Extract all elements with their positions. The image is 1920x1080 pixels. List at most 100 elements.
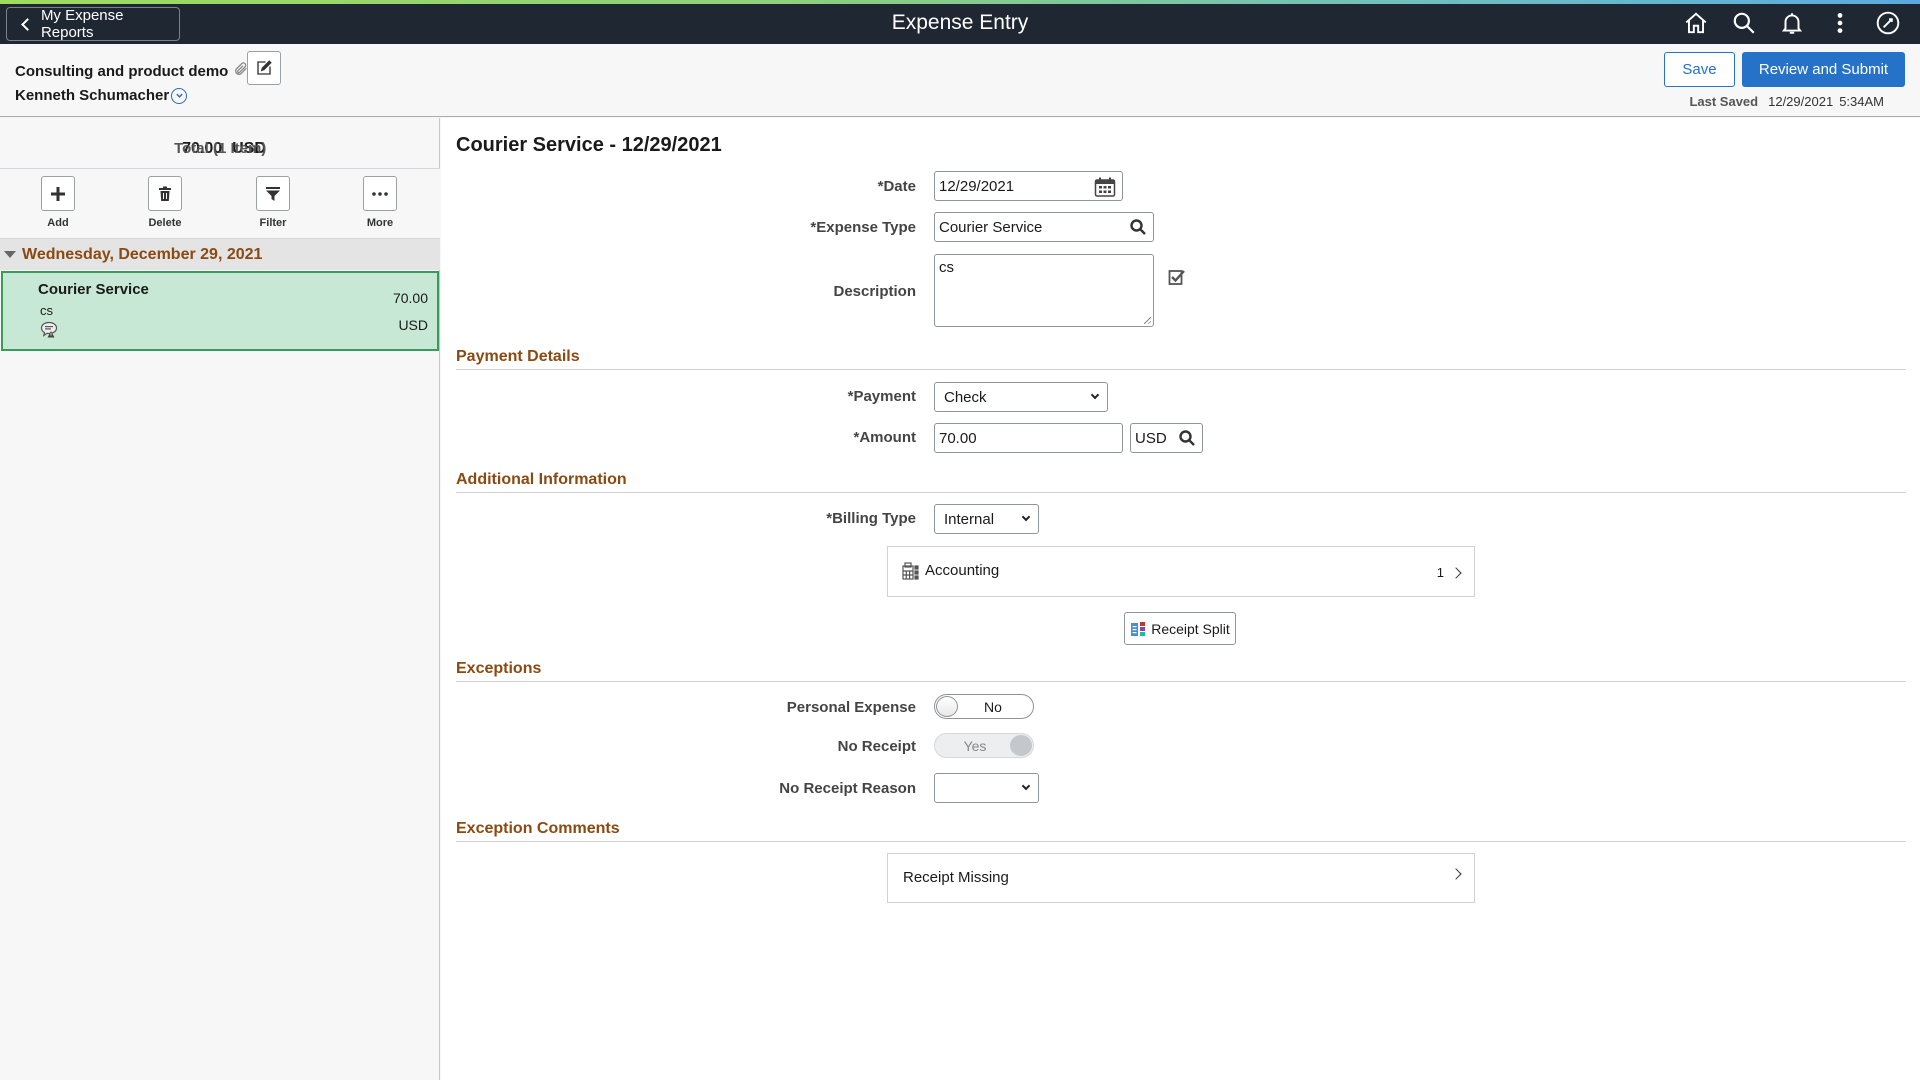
section-divider: [456, 841, 1906, 842]
more-button[interactable]: More: [350, 176, 410, 229]
payment-label: *Payment: [847, 388, 916, 405]
amount-input[interactable]: 70.00: [934, 423, 1123, 453]
chevron-right-icon: [1450, 566, 1462, 579]
billing-type-label: *Billing Type: [826, 510, 916, 527]
filter-label: Filter: [259, 217, 287, 229]
chevron-down-icon: [1021, 512, 1031, 522]
chevron-left-icon: [21, 17, 34, 31]
receipt-split-icon: [1130, 621, 1146, 637]
chevron-down-icon: [1090, 390, 1100, 400]
more-icon: [372, 191, 388, 196]
expense-detail-panel: Courier Service - 12/29/2021 *Date 12/29…: [441, 118, 1920, 1080]
billing-type-value: Internal: [944, 510, 995, 528]
save-button[interactable]: Save: [1664, 52, 1735, 87]
expense-type-value: Courier Service: [939, 218, 1043, 236]
filter-icon: [266, 186, 280, 201]
no-receipt-toggle[interactable]: Yes: [934, 733, 1034, 758]
last-saved: Last Saved 12/29/2021 5:34AM: [1689, 94, 1884, 109]
date-label: *Date: [877, 178, 916, 195]
list-toolbar: Add Delete Filter More: [0, 168, 440, 239]
payment-select[interactable]: Check: [934, 382, 1108, 412]
filter-button[interactable]: Filter: [243, 176, 303, 229]
expense-type-label: *Expense Type: [810, 219, 916, 236]
currency-search-icon[interactable]: [1178, 429, 1196, 451]
search-icon[interactable]: [1720, 8, 1768, 38]
date-value: 12/29/2021: [939, 177, 1015, 195]
edit-icon: [257, 60, 272, 75]
resize-grip[interactable]: [1144, 317, 1151, 324]
receipt-missing-comment-row[interactable]: Receipt Missing: [887, 853, 1475, 903]
report-name-text: Consulting and product demo: [15, 62, 229, 80]
add-label: Add: [47, 217, 69, 229]
employee-selector[interactable]: Kenneth Schumacher: [15, 87, 188, 104]
page-title: Expense Entry: [891, 11, 1029, 34]
more-label: More: [366, 217, 394, 229]
spell-check-icon[interactable]: [1168, 268, 1186, 291]
delete-button[interactable]: Delete: [135, 176, 195, 229]
add-button[interactable]: Add: [28, 176, 88, 229]
edit-report-button[interactable]: [247, 51, 281, 85]
header-accent-bar: [0, 0, 1920, 4]
payment-value: Check: [944, 388, 987, 406]
last-saved-label: Last Saved: [1689, 94, 1759, 109]
actions-menu-icon[interactable]: [1816, 8, 1864, 38]
expense-type-input[interactable]: Courier Service: [934, 212, 1154, 242]
date-group-label: Wednesday, December 29, 2021: [22, 245, 263, 263]
no-receipt-reason-label: No Receipt Reason: [779, 780, 916, 797]
collapse-triangle-icon: [4, 251, 16, 258]
list-item-amount: 70.00: [392, 290, 428, 306]
list-item-title: Courier Service: [38, 281, 149, 298]
plus-icon: [51, 186, 65, 201]
billing-type-select[interactable]: Internal: [934, 504, 1039, 534]
last-saved-date: 12/29/2021: [1768, 94, 1834, 109]
last-saved-time: 5:34AM: [1839, 94, 1884, 109]
expense-list-panel: Total (1 Item) 70.00 USD Add Delete Filter…: [0, 118, 440, 1080]
calendar-icon[interactable]: [1094, 177, 1116, 201]
receipt-split-label: Receipt Split: [1151, 620, 1230, 637]
additional-information-heading: Additional Information: [456, 471, 627, 488]
navbar-compass-icon[interactable]: [1864, 8, 1912, 38]
payment-details-heading: Payment Details: [456, 348, 580, 365]
personal-expense-value: No: [984, 699, 1002, 715]
section-divider: [456, 492, 1906, 493]
currency-value: USD: [1135, 429, 1167, 447]
description-textarea[interactable]: cs: [934, 254, 1154, 327]
personal-expense-label: Personal Expense: [786, 699, 916, 716]
date-group-header[interactable]: Wednesday, December 29, 2021: [0, 239, 440, 270]
report-name: Consulting and product demo: [15, 61, 249, 81]
chevron-down-icon: [1021, 781, 1031, 791]
review-and-submit-button[interactable]: Review and Submit: [1742, 52, 1905, 87]
accounting-icon: [902, 562, 920, 585]
accounting-label: Accounting: [925, 562, 1000, 579]
exceptions-heading: Exceptions: [456, 660, 542, 677]
chevron-down-circle-icon[interactable]: [171, 87, 188, 104]
total-label: Total (1 Item): [174, 140, 267, 157]
no-receipt-reason-select[interactable]: [934, 773, 1039, 803]
expense-list-item[interactable]: Courier Service cs 70.00 USD: [1, 271, 439, 351]
expense-heading: Courier Service - 12/29/2021: [456, 134, 722, 156]
trash-icon: [159, 186, 171, 201]
total-summary: Total (1 Item) 70.00 USD: [0, 140, 440, 158]
notifications-icon[interactable]: [1768, 8, 1816, 38]
description-label: Description: [833, 283, 916, 300]
no-receipt-label: No Receipt: [837, 738, 916, 755]
delete-label: Delete: [148, 217, 182, 229]
app-header: My Expense Reports Expense Entry: [0, 0, 1920, 44]
section-divider: [456, 681, 1906, 682]
chevron-right-icon: [1450, 868, 1462, 880]
personal-expense-toggle[interactable]: No: [934, 694, 1034, 719]
home-icon[interactable]: [1672, 8, 1720, 38]
amount-value: 70.00: [939, 429, 977, 447]
search-lookup-icon[interactable]: [1129, 218, 1147, 240]
description-value: cs: [939, 259, 954, 276]
comment-text: Receipt Missing: [903, 869, 1009, 886]
back-button-label: My Expense Reports: [40, 7, 124, 41]
receipt-split-button[interactable]: Receipt Split: [1124, 612, 1236, 645]
back-to-expense-reports-button[interactable]: My Expense Reports: [6, 7, 180, 41]
currency-input[interactable]: USD: [1130, 423, 1203, 453]
section-divider: [456, 369, 1906, 370]
no-receipt-comment-icon: [40, 321, 58, 344]
date-input[interactable]: 12/29/2021: [934, 171, 1123, 201]
report-header: Consulting and product demo Kenneth Schu…: [0, 44, 1920, 117]
accounting-row[interactable]: Accounting 1: [887, 546, 1475, 597]
